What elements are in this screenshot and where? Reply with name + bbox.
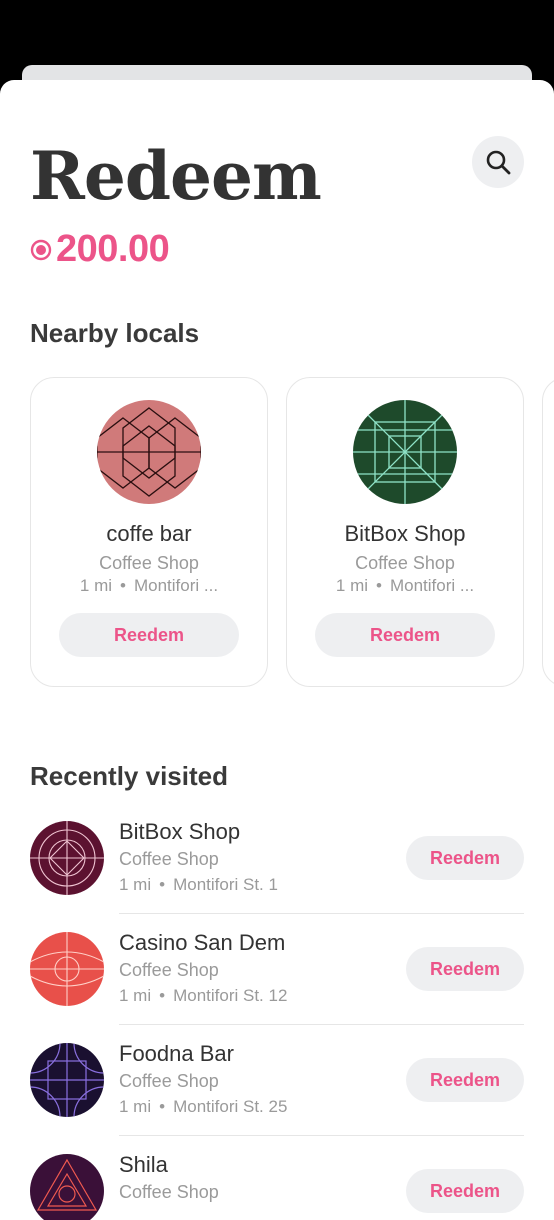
shop-type: Coffee Shop	[119, 849, 219, 869]
shop-address: Montifori ...	[133, 576, 219, 595]
separator-dot: •	[120, 576, 126, 595]
redeem-button[interactable]: Reedem	[406, 1058, 524, 1102]
shop-name: Foodna Bar	[119, 1041, 234, 1066]
recent-section-title: Recently visited	[30, 761, 228, 791]
divider	[119, 913, 524, 914]
shop-distance: 1 mi	[119, 1097, 152, 1116]
shop-name: Shila	[119, 1152, 168, 1177]
list-item[interactable]: Shila Coffee Shop Reedem	[30, 1148, 524, 1220]
shop-address: Montifori St. 25	[173, 1097, 288, 1116]
redeem-button[interactable]: Reedem	[406, 947, 524, 991]
shop-name: coffe bar	[106, 521, 192, 546]
shop-meta: 1 mi • Montifori ...	[31, 576, 267, 596]
shop-address: Montifori St. 12	[173, 986, 288, 1005]
shop-address: Montifori St. 1	[173, 875, 278, 894]
coin-icon	[30, 239, 52, 260]
divider	[119, 1135, 524, 1136]
separator-dot: •	[159, 986, 166, 1005]
redeem-button[interactable]: Reedem	[315, 613, 495, 657]
nearby-carousel[interactable]: coffe bar Coffee Shop 1 mi • Montifori ...…	[30, 377, 554, 687]
shop-meta: 1 mi • Montifori St. 25	[119, 1097, 287, 1117]
shop-type: Coffee Shop	[119, 1071, 219, 1091]
nearby-card[interactable]: coffe bar Coffee Shop 1 mi • Montifori ...…	[30, 377, 268, 687]
nearby-section-title: Nearby locals	[30, 318, 200, 348]
list-item[interactable]: Foodna Bar Coffee Shop 1 mi • Montifori St…	[30, 1037, 524, 1148]
shop-type: Coffee Shop	[355, 553, 455, 573]
shop-distance: 1 mi	[119, 986, 152, 1005]
shop-meta: 1 mi • Montifori St. 12	[119, 986, 287, 1006]
shop-logo-icon	[353, 400, 457, 504]
shop-logo-icon	[30, 821, 104, 895]
list-item[interactable]: BitBox Shop Coffee Shop 1 mi • Montifori S…	[30, 815, 524, 926]
separator-dot: •	[376, 576, 382, 595]
points-balance: 200.00	[30, 228, 170, 271]
shop-type: Coffee Shop	[99, 553, 199, 573]
shop-logo-icon	[97, 400, 201, 504]
list-item[interactable]: Casino San Dem Coffee Shop 1 mi • Montifor…	[30, 926, 524, 1037]
recent-list: BitBox Shop Coffee Shop 1 mi • Montifori S…	[30, 815, 524, 1220]
shop-logo-icon	[30, 1043, 104, 1117]
balance-value: 200.00	[56, 228, 170, 270]
redeem-button[interactable]: Reedem	[59, 613, 239, 657]
shop-logo-icon	[30, 1154, 104, 1220]
page-title: Redeem	[30, 137, 322, 215]
search-button[interactable]	[472, 136, 524, 188]
shop-name: BitBox Shop	[344, 521, 466, 546]
shop-address: Montifori ...	[389, 576, 475, 595]
nearby-card[interactable]: BitBox Shop Coffee Shop 1 mi • Montifori .…	[286, 377, 524, 687]
separator-dot: •	[159, 1097, 166, 1116]
shop-distance: 1 mi	[79, 576, 113, 595]
redeem-button[interactable]: Reedem	[406, 836, 524, 880]
search-icon	[486, 150, 511, 175]
shop-meta: 1 mi • Montifori St. 1	[119, 875, 278, 895]
shop-logo-icon	[30, 932, 104, 1006]
separator-dot: •	[159, 875, 166, 894]
shop-distance: 1 mi	[335, 576, 369, 595]
shop-name: Casino San Dem	[119, 930, 286, 955]
nearby-card[interactable]	[542, 377, 554, 687]
shop-name: BitBox Shop	[119, 819, 241, 844]
redeem-button[interactable]: Reedem	[406, 1169, 524, 1213]
shop-type: Coffee Shop	[119, 960, 219, 980]
shop-distance: 1 mi	[119, 875, 152, 894]
redeem-sheet: Redeem 200.00 Nearby locals coffe bar Co…	[0, 80, 554, 1220]
shop-meta: 1 mi • Montifori ...	[287, 576, 523, 596]
divider	[119, 1024, 524, 1025]
